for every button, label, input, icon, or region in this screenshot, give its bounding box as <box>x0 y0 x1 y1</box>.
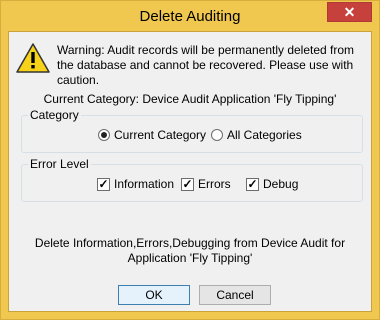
checkbox-errors[interactable]: ✓ Errors <box>181 177 231 191</box>
current-category-label: Current Category: Device Audit Applicati… <box>43 92 337 106</box>
radio-button[interactable] <box>211 129 223 141</box>
dialog-body: Warning: Audit records will be permanent… <box>8 31 372 312</box>
checkbox-errors-label: Errors <box>198 177 231 191</box>
delete-auditing-dialog: Delete Auditing ✕ Warning: Audit records… <box>0 0 380 320</box>
radio-current-category[interactable]: Current Category <box>98 128 206 142</box>
checkbox-debug[interactable]: ✓ Debug <box>246 177 298 191</box>
warning-message: Warning: Audit records will be permanent… <box>57 43 355 87</box>
checkmark-icon[interactable]: ✓ <box>181 177 194 191</box>
radio-button-selected[interactable] <box>98 129 110 141</box>
checkbox-information-label: Information <box>114 177 175 191</box>
warning-icon <box>16 43 50 73</box>
category-group: Category Current Category All Categories <box>21 108 363 153</box>
close-button[interactable]: ✕ <box>327 2 372 22</box>
radio-current-category-label: Current Category <box>114 128 207 142</box>
window-title: Delete Auditing <box>139 8 241 25</box>
radio-all-categories[interactable]: All Categories <box>211 128 302 142</box>
category-group-label: Category <box>28 108 81 122</box>
delete-summary: Delete Information,Errors,Debugging from… <box>34 236 346 265</box>
error-level-group-label: Error Level <box>28 157 91 171</box>
radio-all-categories-label: All Categories <box>227 128 302 142</box>
checkmark-icon[interactable]: ✓ <box>97 177 110 191</box>
title-bar[interactable]: Delete Auditing ✕ <box>1 1 379 31</box>
checkbox-information[interactable]: ✓ Information <box>97 177 174 191</box>
checkbox-debug-label: Debug <box>263 177 299 191</box>
ok-button[interactable]: OK <box>118 285 190 305</box>
checkmark-icon[interactable]: ✓ <box>246 177 259 191</box>
error-level-group: Error Level ✓ Information ✓ Errors ✓ Deb… <box>21 157 363 202</box>
cancel-button[interactable]: Cancel <box>199 285 271 305</box>
